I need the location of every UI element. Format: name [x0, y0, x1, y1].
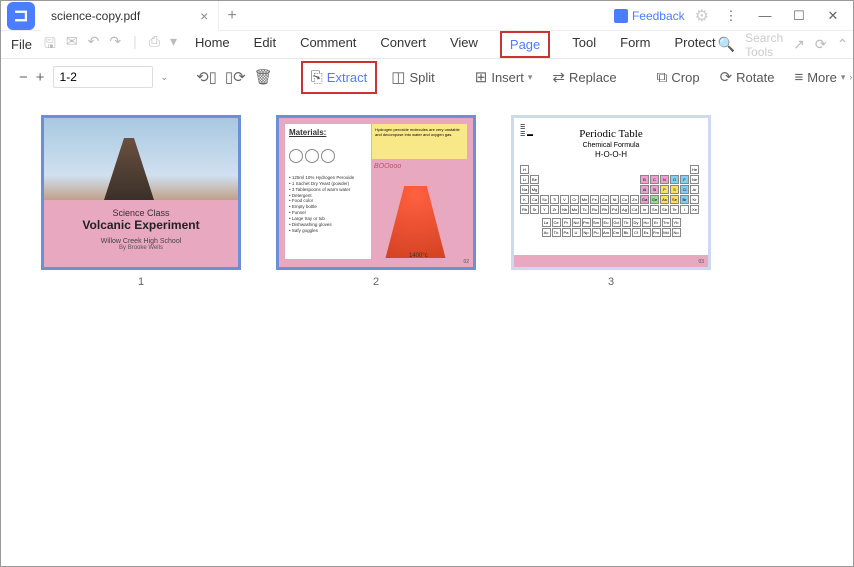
chevron-up-icon[interactable]: ⌃ [837, 36, 849, 53]
volcano-cutaway-illustration [378, 168, 453, 258]
temperature-label: 1400°c [409, 253, 428, 259]
page-thumbnails-canvas: Science Class Volcanic Experiment Willow… [1, 95, 853, 308]
split-label: Split [409, 70, 434, 85]
insert-button[interactable]: ⊞ Insert ▾ [469, 64, 539, 90]
menu-home[interactable]: Home [193, 31, 232, 58]
boom-text: BOOooo [374, 163, 401, 170]
overflow-icon[interactable]: › [849, 72, 852, 82]
chemical-formula: H-O-O-H [520, 150, 702, 159]
page-range-input[interactable] [53, 66, 153, 88]
split-icon: ◫ [391, 68, 405, 86]
insert-icon: ⊞ [475, 68, 488, 86]
materials-heading: Materials: [289, 128, 367, 137]
crop-icon: ⧉ [657, 69, 668, 86]
more-icon: ≡ [794, 69, 803, 86]
slide-page-number: 03 [698, 259, 704, 265]
page-range-dropdown-icon[interactable]: ⌄ [161, 72, 169, 83]
menu-comment[interactable]: Comment [298, 31, 358, 58]
page-number: 3 [608, 276, 614, 288]
periodic-table-grid: HHe LiBeBCNOFNe NaMgAlSiPSClAr KCaScTiVC… [520, 165, 702, 237]
feedback-button[interactable]: Feedback [614, 9, 685, 23]
page-number: 1 [138, 276, 144, 288]
extract-icon: ⎘ [311, 69, 323, 86]
add-page-icon[interactable]: + [36, 69, 45, 86]
rotate-left-icon[interactable]: ⟲▯ [196, 68, 217, 86]
save-icon[interactable]: 🖫 [44, 33, 56, 57]
add-tab-icon[interactable]: + [227, 7, 236, 25]
feedback-icon [614, 9, 628, 23]
periodic-table-title: Periodic Table [520, 128, 702, 140]
slide1-subtitle: Science Class [44, 208, 238, 218]
sticky-note: Hydrogen peroxide molecules are very uns… [372, 124, 467, 159]
more-menu-icon[interactable]: ⋮ [719, 4, 743, 28]
insert-dropdown-icon[interactable]: ▾ [528, 72, 533, 83]
search-placeholder[interactable]: Search Tools [745, 31, 783, 59]
rotate-right-icon[interactable]: ▯⟳ [225, 68, 246, 86]
close-tab-icon[interactable]: × [200, 8, 208, 24]
document-tab[interactable]: science-copy.pdf × [41, 1, 219, 31]
maximize-icon[interactable]: ☐ [787, 4, 811, 28]
rotate-label: Rotate [736, 70, 774, 85]
print-icon[interactable]: ⎙ [149, 33, 160, 57]
remove-page-icon[interactable]: − [19, 69, 28, 86]
menu-tool[interactable]: Tool [570, 31, 598, 58]
split-button[interactable]: ◫ Split [385, 64, 440, 90]
page-thumbnail-wrap: Materials: • 125ml 10% Hydrogen Peroxide… [276, 115, 476, 288]
menu-form[interactable]: Form [618, 31, 652, 58]
menu-edit[interactable]: Edit [252, 31, 278, 58]
mail-icon[interactable]: ✉ [66, 33, 78, 57]
document-tab-title: science-copy.pdf [51, 9, 140, 23]
undo-icon[interactable]: ↶ [88, 33, 100, 57]
delete-page-icon[interactable]: 🗑 [254, 68, 273, 86]
menu-view[interactable]: View [448, 31, 480, 58]
share-icon[interactable]: ↗ [793, 36, 805, 53]
slide1-school: Willow Creek High School [44, 238, 238, 245]
page-number: 2 [373, 276, 379, 288]
minimize-icon[interactable]: — [753, 4, 777, 28]
replace-icon: ⇄ [552, 68, 565, 86]
more-dropdown-icon[interactable]: ▾ [841, 72, 846, 83]
crop-label: Crop [671, 70, 699, 85]
menu-convert[interactable]: Convert [378, 31, 428, 58]
page-thumbnail-wrap: Science Class Volcanic Experiment Willow… [41, 115, 241, 288]
menu-protect[interactable]: Protect [672, 31, 717, 58]
more-button[interactable]: ≡ More ▾ › [788, 65, 854, 90]
menubar: File 🖫 ✉ ↶ ↷ | ⎙ ▾ Home Edit Comment Con… [1, 31, 853, 59]
slide-page-number: 02 [463, 259, 469, 265]
slide1-title: Volcanic Experiment [44, 218, 238, 232]
titlebar: ⊐ science-copy.pdf × + Feedback ⚙ ⋮ — ☐ … [1, 1, 853, 31]
replace-button[interactable]: ⇄ Replace [546, 64, 622, 90]
insert-label: Insert [491, 70, 524, 85]
settings-icon[interactable]: ⚙ [695, 6, 709, 26]
feedback-label: Feedback [632, 9, 685, 23]
volcano-illustration [104, 138, 154, 200]
crop-button[interactable]: ⧉ Crop [651, 65, 706, 90]
page-toolbar: − + ⌄ ⟲▯ ▯⟳ 🗑 ⎘ Extract ◫ Split ⊞ Insert… [1, 59, 853, 95]
redo-icon[interactable]: ↷ [109, 33, 121, 57]
app-logo-icon: ⊐ [7, 2, 35, 30]
search-icon[interactable]: 🔍 [718, 36, 735, 53]
cloud-icon[interactable]: ⟳ [815, 36, 827, 53]
close-window-icon[interactable]: ✕ [821, 4, 845, 28]
file-menu[interactable]: File [11, 37, 32, 52]
menu-page[interactable]: Page [500, 31, 550, 58]
periodic-table-subtitle: Chemical Formula [520, 142, 702, 149]
page-thumbnail-1[interactable]: Science Class Volcanic Experiment Willow… [41, 115, 241, 270]
rotate-button[interactable]: ⟳ Rotate [714, 64, 781, 90]
extract-label: Extract [327, 70, 367, 85]
more-label: More [807, 70, 837, 85]
page-thumbnail-wrap: ☰☰ ▬ Periodic Table Chemical Formula H-O… [511, 115, 711, 288]
extract-button[interactable]: ⎘ Extract [301, 61, 377, 94]
replace-label: Replace [569, 70, 617, 85]
rotate-icon: ⟳ [720, 68, 733, 86]
page-thumbnail-3[interactable]: ☰☰ ▬ Periodic Table Chemical Formula H-O… [511, 115, 711, 270]
materials-list: • 125ml 10% Hydrogen Peroxide • 1 Sachet… [289, 175, 367, 233]
page-thumbnail-2[interactable]: Materials: • 125ml 10% Hydrogen Peroxide… [276, 115, 476, 270]
dropdown-icon[interactable]: ▾ [170, 33, 177, 57]
slide1-author: By Brooke Wells [44, 245, 238, 251]
